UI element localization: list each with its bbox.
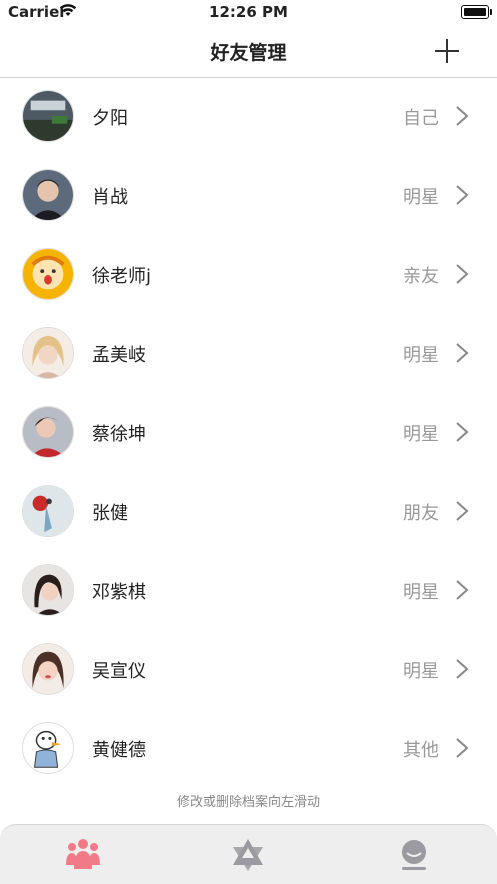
chevron-right-icon bbox=[456, 501, 469, 521]
tab-profile[interactable] bbox=[394, 835, 434, 875]
avatar bbox=[22, 90, 74, 142]
friend-group: 朋友 bbox=[403, 503, 439, 524]
star-of-david-icon bbox=[233, 839, 263, 871]
friend-group: 亲友 bbox=[403, 266, 439, 287]
clock: 12:26 PM bbox=[209, 3, 288, 21]
friend-row[interactable]: 蔡徐坤 明星 bbox=[0, 394, 497, 473]
avatar bbox=[22, 406, 74, 458]
friend-name: 肖战 bbox=[92, 187, 128, 208]
friend-group: 明星 bbox=[403, 661, 439, 682]
friend-row[interactable]: 肖战 明星 bbox=[0, 157, 497, 236]
swipe-hint: 修改或删除档案向左滑动 bbox=[176, 795, 320, 810]
friend-name: 张健 bbox=[92, 503, 128, 524]
friend-row[interactable]: 张健 朋友 bbox=[0, 473, 497, 552]
avatar bbox=[22, 248, 74, 300]
friend-group: 明星 bbox=[403, 582, 439, 603]
friend-row[interactable]: 孟美岐 明星 bbox=[0, 315, 497, 394]
friend-list: 夕阳 自己 肖战 明星 徐老师j 亲友 孟美岐 明星 蔡徐坤 明星 张健 朋友 … bbox=[0, 78, 497, 789]
avatar bbox=[22, 327, 74, 379]
friend-group: 明星 bbox=[403, 187, 439, 208]
friend-name: 蔡徐坤 bbox=[92, 424, 146, 445]
chevron-right-icon bbox=[456, 580, 469, 600]
page-title: 好友管理 bbox=[210, 42, 287, 64]
plus-icon[interactable] bbox=[435, 39, 459, 63]
avatar bbox=[22, 169, 74, 221]
friend-name: 徐老师j bbox=[92, 266, 152, 287]
chevron-right-icon bbox=[456, 264, 469, 284]
tab-bar bbox=[0, 824, 497, 884]
friend-row[interactable]: 邓紫棋 明星 bbox=[0, 552, 497, 631]
friend-row[interactable]: 黄健德 其他 bbox=[0, 710, 497, 789]
chevron-right-icon bbox=[456, 738, 469, 758]
tab-friends[interactable] bbox=[63, 835, 103, 875]
friend-row[interactable]: 吴宣仪 明星 bbox=[0, 631, 497, 710]
tab-discover[interactable] bbox=[228, 835, 268, 875]
chevron-right-icon bbox=[456, 659, 469, 679]
status-bar: Carrier 12:26 PM bbox=[0, 0, 497, 26]
friend-name: 黄健德 bbox=[92, 740, 146, 761]
friend-row[interactable]: 徐老师j 亲友 bbox=[0, 236, 497, 315]
friend-group: 明星 bbox=[403, 345, 439, 366]
profile-icon bbox=[402, 840, 426, 870]
avatar bbox=[22, 643, 74, 695]
avatar bbox=[22, 564, 74, 616]
friend-group: 其他 bbox=[403, 740, 439, 761]
avatar bbox=[22, 485, 74, 537]
friend-group: 自己 bbox=[403, 108, 439, 129]
friend-name: 吴宣仪 bbox=[92, 661, 146, 682]
chevron-right-icon bbox=[456, 343, 469, 363]
friend-group: 明星 bbox=[403, 424, 439, 445]
friend-name: 夕阳 bbox=[92, 108, 128, 129]
friend-name: 孟美岐 bbox=[92, 345, 146, 366]
navigation-bar: 好友管理 bbox=[0, 26, 497, 78]
friend-name: 邓紫棋 bbox=[92, 582, 146, 603]
avatar bbox=[22, 722, 74, 774]
chevron-right-icon bbox=[456, 185, 469, 205]
friend-row[interactable]: 夕阳 自己 bbox=[0, 78, 497, 157]
chevron-right-icon bbox=[456, 422, 469, 442]
friends-icon bbox=[66, 839, 100, 869]
chevron-right-icon bbox=[456, 106, 469, 126]
battery-icon bbox=[461, 5, 492, 19]
